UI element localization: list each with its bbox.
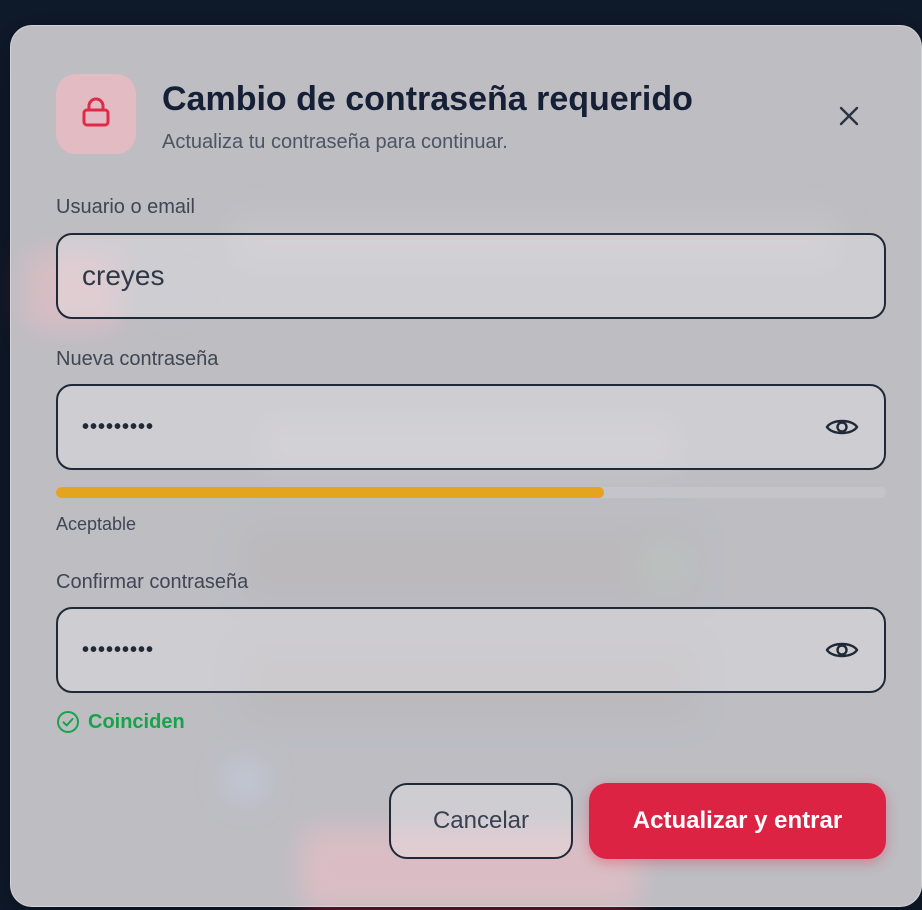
confirm-password-value: ••••••••• — [82, 638, 155, 661]
password-strength-fill — [56, 487, 604, 498]
update-and-enter-button[interactable]: Actualizar y entrar — [589, 783, 886, 859]
username-label: Usuario o email — [56, 196, 195, 218]
lock-icon — [81, 96, 111, 133]
confirm-password-input[interactable]: ••••••••• — [56, 607, 886, 693]
confirm-password-label: Confirmar contraseña — [56, 571, 249, 593]
password-change-dialog: Cambio de contraseña requerido Actualiza… — [10, 25, 922, 907]
dialog-title: Cambio de contraseña requerido — [162, 80, 693, 118]
cancel-button[interactable]: Cancelar — [389, 783, 573, 859]
toggle-confirm-password-visibility[interactable] — [822, 630, 862, 670]
check-circle-icon — [57, 711, 79, 733]
new-password-input[interactable]: ••••••••• — [56, 384, 886, 470]
new-password-value: ••••••••• — [82, 415, 155, 438]
password-match-text: Coinciden — [88, 710, 185, 733]
password-strength-meter — [56, 487, 886, 498]
new-password-label: Nueva contraseña — [56, 348, 219, 370]
username-input[interactable]: creyes — [56, 233, 886, 319]
eye-icon — [825, 419, 859, 435]
password-match-status: Coinciden — [56, 710, 185, 734]
password-strength-text: Aceptable — [56, 514, 137, 534]
username-value: creyes — [82, 260, 165, 291]
eye-icon — [825, 642, 859, 658]
close-button[interactable] — [829, 96, 869, 136]
lock-badge — [56, 74, 136, 154]
dialog-header: Cambio de contraseña requerido Actualiza… — [56, 74, 921, 164]
dialog-subtitle: Actualiza tu contraseña para continuar. — [162, 131, 508, 153]
close-icon — [839, 106, 859, 126]
toggle-new-password-visibility[interactable] — [822, 407, 862, 447]
